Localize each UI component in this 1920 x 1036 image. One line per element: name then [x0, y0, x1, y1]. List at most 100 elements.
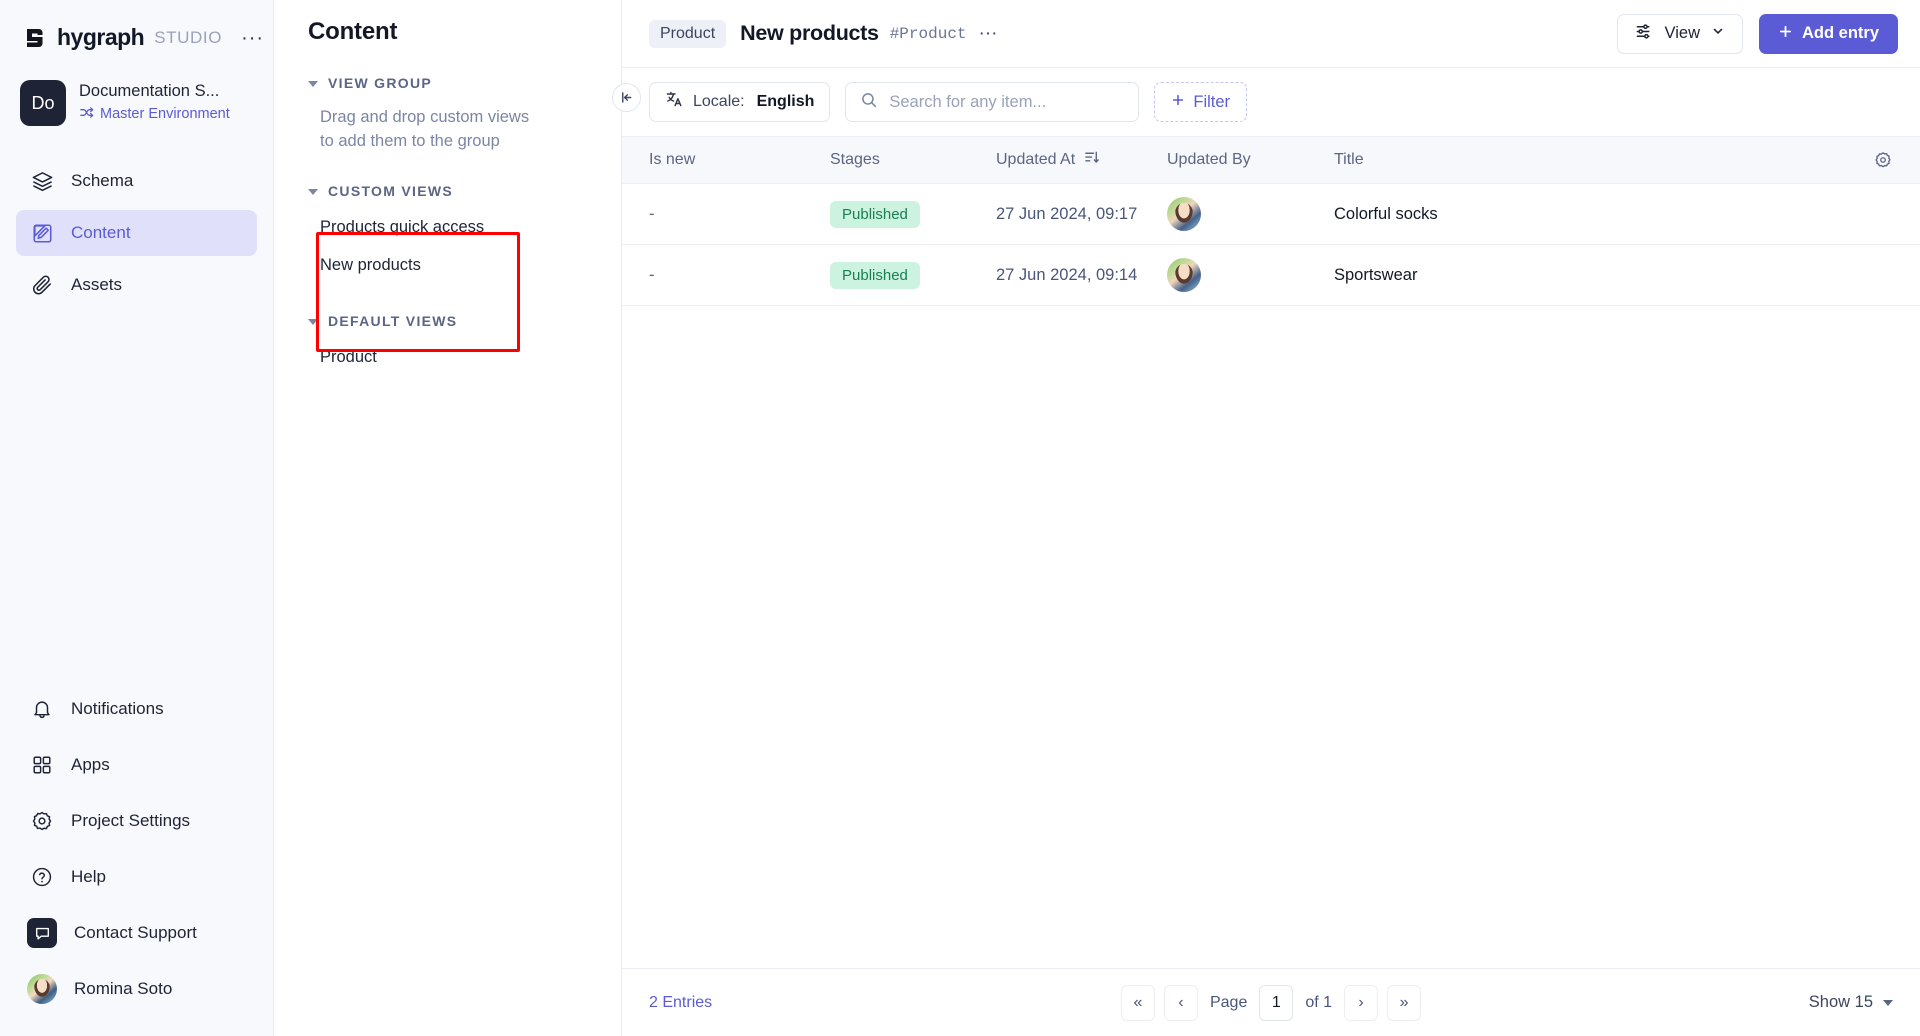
previous-page-button[interactable]: ‹: [1163, 984, 1198, 1021]
sliders-icon: [1635, 22, 1654, 46]
pencil-square-icon: [30, 221, 54, 245]
locale-selector[interactable]: Locale: English: [649, 82, 831, 122]
page-title: Content: [308, 18, 398, 45]
add-entry-label: Add entry: [1801, 24, 1879, 42]
cell-updated-by: [1167, 258, 1334, 292]
sidebar-item-user-profile[interactable]: Romina Soto: [16, 966, 257, 1012]
page-size-selector[interactable]: Show 15: [1809, 993, 1893, 1012]
chevron-down-icon: [1711, 24, 1725, 43]
cell-updated-at: 27 Jun 2024, 09:17: [996, 204, 1138, 223]
table-header-row: Is new Stages Updated At Updated By Titl…: [622, 136, 1920, 184]
chat-bubble-icon: [27, 918, 57, 948]
page-label: Page: [1209, 993, 1248, 1011]
caret-down-icon: [308, 188, 318, 195]
filter-label: Filter: [1193, 92, 1231, 111]
sidebar-item-assets[interactable]: Assets: [16, 262, 257, 308]
caret-down-icon: [308, 318, 318, 325]
translate-icon: [665, 90, 684, 114]
default-views-heading[interactable]: DEFAULT VIEWS: [308, 313, 621, 329]
view-group-description: Drag and drop custom views to add them t…: [320, 108, 530, 150]
content-header: Product New products #Product ··· View A…: [622, 0, 1920, 68]
sidebar-item-notifications[interactable]: Notifications: [16, 686, 257, 732]
section-label: VIEW GROUP: [328, 75, 433, 91]
header-more-icon[interactable]: ···: [979, 23, 998, 43]
table-row[interactable]: - Published 27 Jun 2024, 09:14 Sportswea…: [622, 245, 1920, 306]
project-avatar: Do: [20, 80, 66, 126]
cell-updated-by: [1167, 197, 1334, 231]
table-footer: 2 Entries « ‹ Page of 1 › » Show 15: [622, 968, 1920, 1036]
page-number-input[interactable]: [1259, 984, 1294, 1021]
last-page-button[interactable]: »: [1387, 984, 1422, 1021]
paperclip-icon: [30, 273, 54, 297]
column-header-is-new[interactable]: Is new: [649, 151, 830, 169]
default-view-product[interactable]: Product: [308, 348, 621, 367]
section-label: CUSTOM VIEWS: [328, 182, 454, 199]
column-header-stages[interactable]: Stages: [830, 151, 996, 169]
default-views-section: DEFAULT VIEWS Product: [308, 313, 621, 367]
sidebar-item-schema[interactable]: Schema: [16, 158, 257, 204]
cell-title[interactable]: Colorful socks: [1334, 205, 1893, 224]
sidebar-item-label: Schema: [71, 171, 134, 190]
layers-icon: [30, 169, 54, 193]
sidebar-item-apps[interactable]: Apps: [16, 742, 257, 788]
main-area: Product New products #Product ··· View A…: [622, 0, 1920, 1036]
brand-more-icon[interactable]: ···: [241, 28, 264, 48]
add-entry-button[interactable]: Add entry: [1758, 13, 1898, 54]
sidebar-item-label: Project Settings: [71, 811, 191, 830]
brand-name: hygraph: [57, 24, 145, 50]
project-name: Documentation S...: [79, 82, 220, 101]
sidebar-item-label: Notifications: [71, 699, 164, 718]
brand-row[interactable]: hygraph STUDIO ···: [0, 0, 273, 56]
hygraph-logo-icon: [22, 25, 48, 51]
caret-down-icon: [308, 81, 318, 87]
brand-suffix: STUDIO: [154, 28, 223, 47]
column-header-title[interactable]: Title: [1334, 151, 1873, 169]
sidebar-item-contact-support[interactable]: Contact Support: [16, 910, 257, 956]
search-input[interactable]: [889, 92, 1125, 112]
custom-views-heading[interactable]: CUSTOM VIEWS: [308, 183, 621, 199]
sidebar-item-content[interactable]: Content: [16, 210, 257, 256]
column-header-updated-at[interactable]: Updated At: [996, 149, 1167, 171]
view-title: New products: [740, 21, 879, 45]
cell-updated-at: 27 Jun 2024, 09:14: [996, 265, 1138, 284]
cell-stages: Published: [830, 261, 996, 289]
gear-icon: [30, 809, 54, 833]
custom-view-new-products[interactable]: New products: [308, 256, 621, 275]
sort-descending-icon[interactable]: [1084, 149, 1101, 171]
custom-view-products-quick-access[interactable]: Products quick access: [308, 218, 621, 237]
view-options-button[interactable]: View: [1616, 13, 1743, 54]
project-environment[interactable]: Master Environment: [79, 105, 230, 124]
collapse-panel-button[interactable]: [612, 83, 641, 112]
add-filter-button[interactable]: Filter: [1154, 82, 1248, 122]
view-button-label: View: [1664, 24, 1700, 42]
sidebar-item-label: Help: [71, 867, 106, 886]
first-page-button[interactable]: «: [1120, 984, 1155, 1021]
custom-views-section: CUSTOM VIEWS Products quick access New p…: [308, 183, 621, 275]
avatar: [27, 974, 57, 1004]
section-label: DEFAULT VIEWS: [328, 312, 458, 329]
breadcrumb-model-pill[interactable]: Product: [649, 19, 727, 48]
question-circle-icon: [30, 865, 54, 889]
grid-squares-icon: [30, 753, 54, 777]
table-row[interactable]: - Published 27 Jun 2024, 09:17 Colorful …: [622, 184, 1920, 245]
table-settings-button[interactable]: [1873, 150, 1893, 170]
search-container[interactable]: [845, 82, 1140, 122]
project-switcher[interactable]: Do Documentation S... Master Environment: [0, 56, 273, 126]
pagination: « ‹ Page of 1 › »: [1120, 984, 1422, 1021]
avatar: [1167, 197, 1201, 231]
sidebar-item-help[interactable]: Help: [16, 854, 257, 900]
plus-icon: [1171, 93, 1185, 112]
caret-down-icon: [1883, 999, 1893, 1006]
next-page-button[interactable]: ›: [1344, 984, 1379, 1021]
cell-stages: Published: [830, 200, 996, 228]
column-label: Is new: [649, 151, 696, 168]
view-group-heading[interactable]: VIEW GROUP: [308, 75, 621, 91]
sidebar-item-label: Contact Support: [74, 923, 197, 942]
column-label: Stages: [830, 151, 880, 168]
cell-title[interactable]: Sportswear: [1334, 266, 1893, 285]
status-badge: Published: [830, 200, 920, 228]
plus-icon: [1778, 24, 1793, 44]
column-header-updated-by[interactable]: Updated By: [1167, 151, 1334, 169]
sidebar-item-project-settings[interactable]: Project Settings: [16, 798, 257, 844]
view-group-section: VIEW GROUP Drag and drop custom views to…: [308, 75, 621, 154]
